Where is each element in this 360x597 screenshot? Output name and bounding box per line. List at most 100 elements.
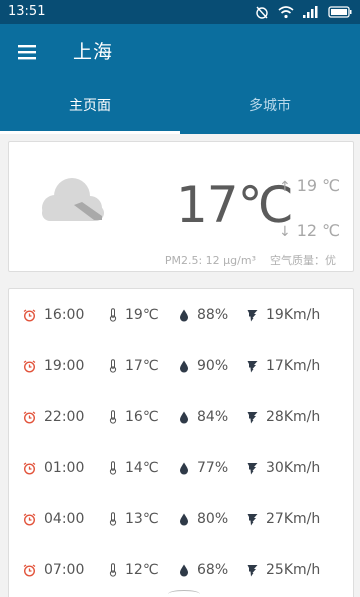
- clock-icon: [23, 563, 36, 577]
- humidity-drop-icon: [180, 462, 188, 474]
- forecast-humidity-value: 88%: [197, 307, 229, 323]
- forecast-time-value: 07:00: [44, 562, 85, 578]
- battery-icon: [328, 6, 352, 18]
- low-temperature: ↓ 12 ℃: [279, 221, 340, 240]
- forecast-temperature-value: 12℃: [125, 562, 159, 578]
- forecast-wind-value: 25Km/h: [266, 562, 321, 578]
- low-temperature-value: 12 ℃: [296, 221, 341, 240]
- wind-icon: [247, 564, 258, 576]
- status-bar: 13:51: [0, 0, 360, 24]
- humidity-drop-icon: [180, 513, 188, 525]
- forecast-humidity: 80%: [179, 504, 228, 534]
- forecast-wind: 19Km/h: [247, 300, 320, 330]
- high-temperature: ↑ 19 ℃: [279, 176, 340, 195]
- tab-bar: 主页面 多城市: [0, 84, 360, 134]
- forecast-wind: 17Km/h: [247, 351, 320, 381]
- humidity-drop-icon: [180, 360, 188, 372]
- clock-icon: [23, 410, 36, 424]
- thermometer-icon: [109, 512, 117, 526]
- forecast-time-value: 19:00: [44, 358, 85, 374]
- humidity-drop-icon: [180, 309, 188, 321]
- forecast-wind: 28Km/h: [247, 402, 320, 432]
- forecast-humidity-value: 84%: [197, 409, 229, 425]
- forecast-humidity: 90%: [179, 351, 228, 381]
- forecast-wind-value: 27Km/h: [266, 511, 321, 527]
- forecast-temperature: 14℃: [109, 453, 159, 483]
- thermometer-icon: [109, 563, 117, 577]
- forecast-humidity-value: 90%: [197, 358, 229, 374]
- current-temperature: 17℃: [176, 176, 294, 234]
- air-info: PM2.5: 12 μg/m³ 空气质量：优: [165, 252, 336, 268]
- tab-indicator: [0, 131, 180, 134]
- forecast-humidity: 88%: [179, 300, 228, 330]
- app-bar: 上海 主页面 多城市: [0, 24, 360, 134]
- thermometer-icon: [109, 461, 117, 475]
- forecast-row: 04:00 13℃ 80% 27Km/h: [9, 504, 355, 534]
- forecast-wind-value: 28Km/h: [266, 409, 321, 425]
- forecast-time: 19:00: [23, 351, 84, 381]
- forecast-temperature: 13℃: [109, 504, 159, 534]
- signal-icon: [303, 6, 318, 18]
- clock-icon: [23, 359, 36, 373]
- high-temperature-value: 19 ℃: [296, 176, 341, 195]
- pm25-value: PM2.5: 12 μg/m³: [164, 254, 256, 267]
- clock-icon: [23, 512, 36, 526]
- forecast-humidity: 77%: [179, 453, 228, 483]
- forecast-temperature-value: 13℃: [125, 511, 159, 527]
- forecast-time-value: 04:00: [44, 511, 85, 527]
- wind-icon: [247, 513, 258, 525]
- forecast-time-value: 16:00: [44, 307, 85, 323]
- forecast-temperature: 16℃: [109, 402, 159, 432]
- hourly-forecast-card: 16:00 19℃ 88% 19Km/h 19:00 17℃ 90% 17Km/h 22:00 1…: [8, 288, 354, 597]
- current-weather-card: 17℃ ↑ 19 ℃ ↓ 12 ℃ PM2.5: 12 μg/m³ 空气质量：优: [8, 141, 354, 272]
- menu-icon[interactable]: [16, 40, 40, 64]
- forecast-wind-value: 17Km/h: [266, 358, 321, 374]
- arrow-up-icon: ↑: [279, 179, 291, 195]
- forecast-wind-value: 30Km/h: [266, 460, 321, 476]
- forecast-temperature: 12℃: [109, 555, 159, 585]
- forecast-time: 16:00: [23, 300, 84, 330]
- forecast-humidity-value: 80%: [197, 511, 229, 527]
- forecast-wind: 25Km/h: [247, 555, 320, 585]
- status-icons: [254, 4, 352, 20]
- status-time: 13:51: [8, 4, 46, 19]
- forecast-time-value: 01:00: [44, 460, 85, 476]
- forecast-wind-value: 19Km/h: [266, 307, 321, 323]
- forecast-humidity-value: 68%: [197, 562, 229, 578]
- clock-icon: [23, 308, 36, 322]
- thermometer-icon: [109, 359, 117, 373]
- forecast-row: 16:00 19℃ 88% 19Km/h: [9, 300, 355, 330]
- humidity-drop-icon: [180, 411, 188, 423]
- forecast-time: 01:00: [23, 453, 84, 483]
- forecast-row: 22:00 16℃ 84% 28Km/h: [9, 402, 355, 432]
- forecast-temperature: 19℃: [109, 300, 159, 330]
- forecast-temperature-value: 14℃: [125, 460, 159, 476]
- clock-icon: [23, 461, 36, 475]
- forecast-humidity: 68%: [179, 555, 228, 585]
- forecast-humidity: 84%: [179, 402, 228, 432]
- thermometer-icon: [109, 410, 117, 424]
- wind-icon: [247, 411, 258, 423]
- forecast-row: 19:00 17℃ 90% 17Km/h: [9, 351, 355, 381]
- forecast-temperature-value: 17℃: [125, 358, 159, 374]
- tab-home[interactable]: 主页面: [0, 84, 180, 134]
- forecast-row: 01:00 14℃ 77% 30Km/h: [9, 453, 355, 483]
- wind-icon: [247, 309, 258, 321]
- forecast-temperature: 17℃: [109, 351, 159, 381]
- arrow-down-icon: ↓: [279, 224, 291, 240]
- forecast-temperature-value: 19℃: [125, 307, 159, 323]
- forecast-time: 07:00: [23, 555, 84, 585]
- forecast-humidity-value: 77%: [197, 460, 229, 476]
- air-quality-value: 空气质量：优: [270, 254, 336, 267]
- forecast-wind: 27Km/h: [247, 504, 320, 534]
- forecast-temperature-value: 16℃: [125, 409, 159, 425]
- wifi-icon: [278, 6, 294, 19]
- scroll-hint: [168, 590, 200, 597]
- forecast-wind: 30Km/h: [247, 453, 320, 483]
- wind-icon: [247, 462, 258, 474]
- tab-multi-city[interactable]: 多城市: [180, 84, 360, 134]
- cloudy-icon: [42, 178, 104, 221]
- alarm-off-icon: [256, 6, 268, 19]
- thermometer-icon: [109, 308, 117, 322]
- forecast-time: 04:00: [23, 504, 84, 534]
